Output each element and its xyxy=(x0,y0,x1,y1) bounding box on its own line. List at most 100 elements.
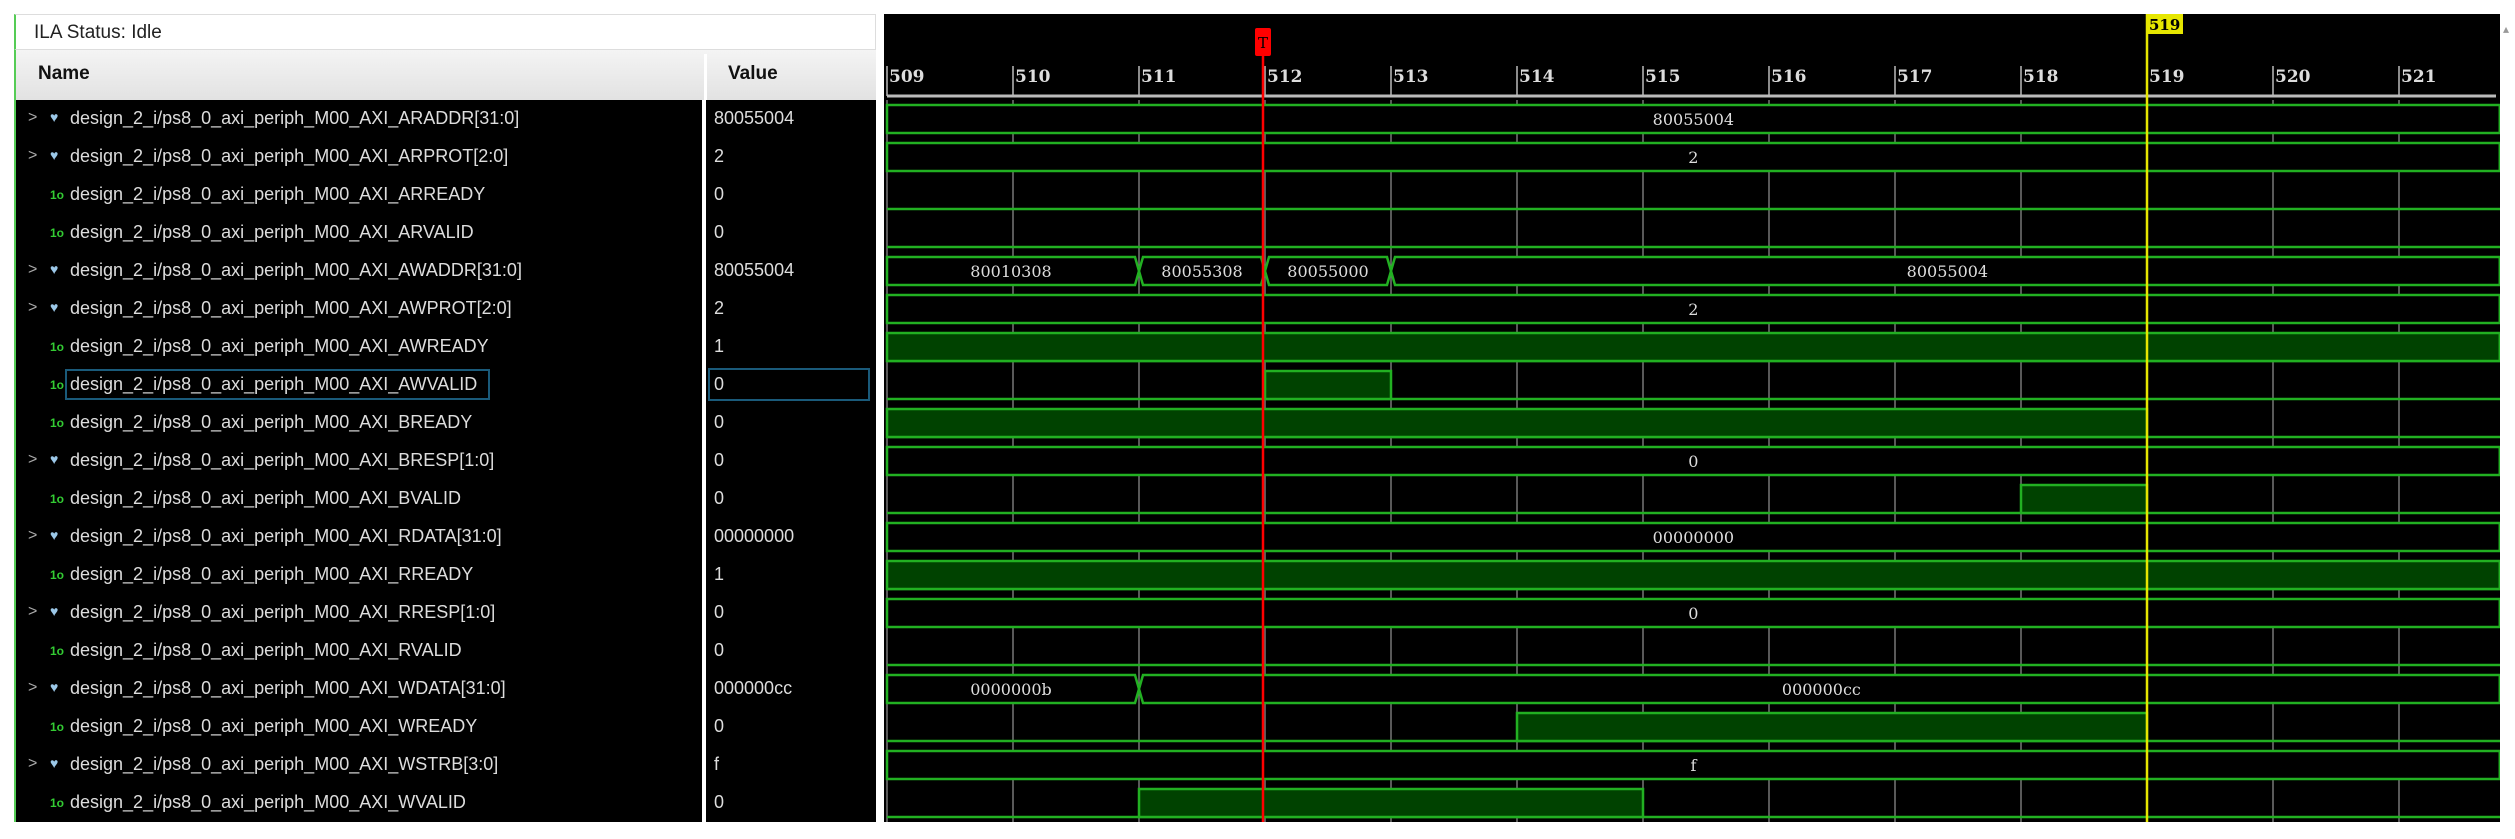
bus-value-label: 80010308 xyxy=(970,262,1051,281)
signal-name: design_2_i/ps8_0_axi_periph_M00_AXI_RREA… xyxy=(70,564,474,584)
bus-value-label: 0000000b xyxy=(970,680,1052,699)
expand-chevron-icon[interactable]: > xyxy=(28,109,37,127)
bit-signal-icon: 1o xyxy=(50,644,65,658)
signal-name: design_2_i/ps8_0_axi_periph_M00_AXI_AWAD… xyxy=(70,260,522,280)
timeline-tick-label: 520 xyxy=(2275,67,2311,87)
signal-row[interactable]: 1o design_2_i/ps8_0_axi_periph_M00_AXI_BR… xyxy=(16,404,876,442)
timeline-tick-label: 517 xyxy=(1897,67,1933,87)
column-divider[interactable] xyxy=(704,54,707,100)
expand-chevron-icon[interactable]: > xyxy=(28,603,37,621)
bit-signal-icon: 1o xyxy=(50,568,65,582)
signal-value: 00000000 xyxy=(714,526,795,546)
signal-name: design_2_i/ps8_0_axi_periph_M00_AXI_ARAD… xyxy=(70,108,520,128)
signal-row[interactable]: > ♥ design_2_i/ps8_0_axi_periph_M00_AXI_RD… xyxy=(16,518,876,556)
signal-row[interactable]: > ♥ design_2_i/ps8_0_axi_periph_M00_AXI_BR… xyxy=(16,442,876,480)
signal-row[interactable]: > ♥ design_2_i/ps8_0_axi_periph_M00_AXI_AR… xyxy=(16,138,876,176)
timeline-tick-label: 514 xyxy=(1519,67,1555,87)
signal-name: design_2_i/ps8_0_axi_periph_M00_AXI_RVAL… xyxy=(70,640,462,660)
high-pulse xyxy=(2019,483,2149,515)
waveform-row: 80055004 xyxy=(885,103,2500,135)
signal-row[interactable]: 1o design_2_i/ps8_0_axi_periph_M00_AXI_AW… xyxy=(16,328,876,366)
signal-value: f xyxy=(714,754,720,774)
signal-value: 80055004 xyxy=(714,108,795,128)
bus-value-label: 80055308 xyxy=(1161,262,1242,281)
signal-name: design_2_i/ps8_0_axi_periph_M00_AXI_ARRE… xyxy=(70,184,486,204)
signal-row[interactable]: > ♥ design_2_i/ps8_0_axi_periph_M00_AXI_RR… xyxy=(16,594,876,632)
signal-row[interactable]: 1o design_2_i/ps8_0_axi_periph_M00_AXI_WV… xyxy=(16,784,876,822)
trigger-marker-label: T xyxy=(1258,34,1268,52)
signal-name: design_2_i/ps8_0_axi_periph_M00_AXI_WSTR… xyxy=(70,754,499,774)
signal-row[interactable]: 1o design_2_i/ps8_0_axi_periph_M00_AXI_RR… xyxy=(16,556,876,594)
signal-value: 80055004 xyxy=(714,260,795,280)
bit-signal-icon: 1o xyxy=(50,378,65,392)
name-column-header[interactable]: Name xyxy=(38,63,90,85)
waveform-row: 2 xyxy=(885,293,2500,325)
waveform-row: f xyxy=(885,749,2500,781)
signal-row[interactable]: > ♥ design_2_i/ps8_0_axi_periph_M00_AXI_AW… xyxy=(16,252,876,290)
expand-chevron-icon[interactable]: > xyxy=(28,679,37,697)
timeline-tick-label: 519 xyxy=(2149,67,2185,87)
signal-value: 0 xyxy=(714,716,725,736)
timeline-tick-label: 513 xyxy=(1393,67,1429,87)
expand-chevron-icon[interactable]: > xyxy=(28,147,37,165)
scroll-up-icon[interactable]: ▴ xyxy=(2503,22,2509,36)
bus-value-label: 2 xyxy=(1688,148,1698,167)
signal-row[interactable]: > ♥ design_2_i/ps8_0_axi_periph_M00_AXI_WD… xyxy=(16,670,876,708)
bus-signal-icon: ♥ xyxy=(50,755,59,771)
signal-name: design_2_i/ps8_0_axi_periph_M00_AXI_BREA… xyxy=(70,412,473,432)
signal-row[interactable]: > ♥ design_2_i/ps8_0_axi_periph_M00_AXI_WS… xyxy=(16,746,876,784)
expand-chevron-icon[interactable]: > xyxy=(28,527,37,545)
expand-chevron-icon[interactable]: > xyxy=(28,299,37,317)
signal-name: design_2_i/ps8_0_axi_periph_M00_AXI_ARPR… xyxy=(70,146,509,166)
bit-signal-icon: 1o xyxy=(50,796,65,810)
bus-signal-icon: ♥ xyxy=(50,147,59,163)
signal-row[interactable]: 1o design_2_i/ps8_0_axi_periph_M00_AXI_AR… xyxy=(16,214,876,252)
timeline-tick-label: 511 xyxy=(1141,67,1177,87)
high-pulse xyxy=(885,559,2500,591)
signal-value: 0 xyxy=(714,222,725,242)
bit-signal-icon: 1o xyxy=(50,492,65,506)
waveform-row xyxy=(885,559,2500,591)
bus-value-label: 80055004 xyxy=(1653,110,1734,129)
signal-value: 2 xyxy=(714,298,725,318)
signal-row[interactable]: 1o design_2_i/ps8_0_axi_periph_M00_AXI_AR… xyxy=(16,176,876,214)
waveform-row: 80010308 80055308 80055000 80055004 xyxy=(885,255,2500,287)
signal-name: design_2_i/ps8_0_axi_periph_M00_AXI_AWRE… xyxy=(70,336,489,356)
value-column-header[interactable]: Value xyxy=(728,63,778,85)
bus-value-label: 80055004 xyxy=(1907,262,1988,281)
signal-row[interactable]: 1o design_2_i/ps8_0_axi_periph_M00_AXI_BV… xyxy=(16,480,876,518)
bus-signal-icon: ♥ xyxy=(50,603,59,619)
waveform-viewer[interactable]: 509 510 511 512 513 514 515 516 517 518 519 520 521 8… xyxy=(884,14,2500,822)
waveform-row xyxy=(885,331,2500,363)
high-pulse xyxy=(885,331,2500,363)
signal-name: design_2_i/ps8_0_axi_periph_M00_AXI_WDAT… xyxy=(70,678,506,698)
signal-name: design_2_i/ps8_0_axi_periph_M00_AXI_BRES… xyxy=(70,450,495,470)
bit-signal-icon: 1o xyxy=(50,188,65,202)
signal-row[interactable]: > ♥ design_2_i/ps8_0_axi_periph_M00_AXI_AW… xyxy=(16,290,876,328)
signal-value: 2 xyxy=(714,146,725,166)
timeline-tick-label: 512 xyxy=(1267,67,1303,87)
expand-chevron-icon[interactable]: > xyxy=(28,451,37,469)
signal-row[interactable]: 1o design_2_i/ps8_0_axi_periph_M00_AXI_RV… xyxy=(16,632,876,670)
high-pulse xyxy=(885,407,2149,439)
ila-status-bar: ILA Status: Idle xyxy=(14,14,876,50)
waveform-row: 2 xyxy=(885,141,2500,173)
bit-signal-icon: 1o xyxy=(50,720,65,734)
bus-value-label: 0 xyxy=(1688,452,1698,471)
signal-name: design_2_i/ps8_0_axi_periph_M00_AXI_WVAL… xyxy=(70,792,466,812)
bus-signal-icon: ♥ xyxy=(50,299,59,315)
bus-signal-icon: ♥ xyxy=(50,261,59,277)
bit-signal-icon: 1o xyxy=(50,340,65,354)
expand-chevron-icon[interactable]: > xyxy=(28,755,37,773)
signal-row[interactable]: 1o design_2_i/ps8_0_axi_periph_M00_AXI_WR… xyxy=(16,708,876,746)
bus-signal-icon: ♥ xyxy=(50,527,59,543)
signal-row[interactable]: > ♥ design_2_i/ps8_0_axi_periph_M00_AXI_AR… xyxy=(16,100,876,138)
signal-row[interactable]: 1o design_2_i/ps8_0_axi_periph_M00_AXI_AW… xyxy=(16,366,876,404)
signal-value: 0 xyxy=(714,488,725,508)
high-pulse xyxy=(1137,787,1645,819)
signal-value: 0 xyxy=(714,640,725,660)
signal-value: 1 xyxy=(714,564,725,584)
signal-value: 0 xyxy=(708,368,870,401)
timeline-tick-label: 509 xyxy=(889,67,925,87)
expand-chevron-icon[interactable]: > xyxy=(28,261,37,279)
